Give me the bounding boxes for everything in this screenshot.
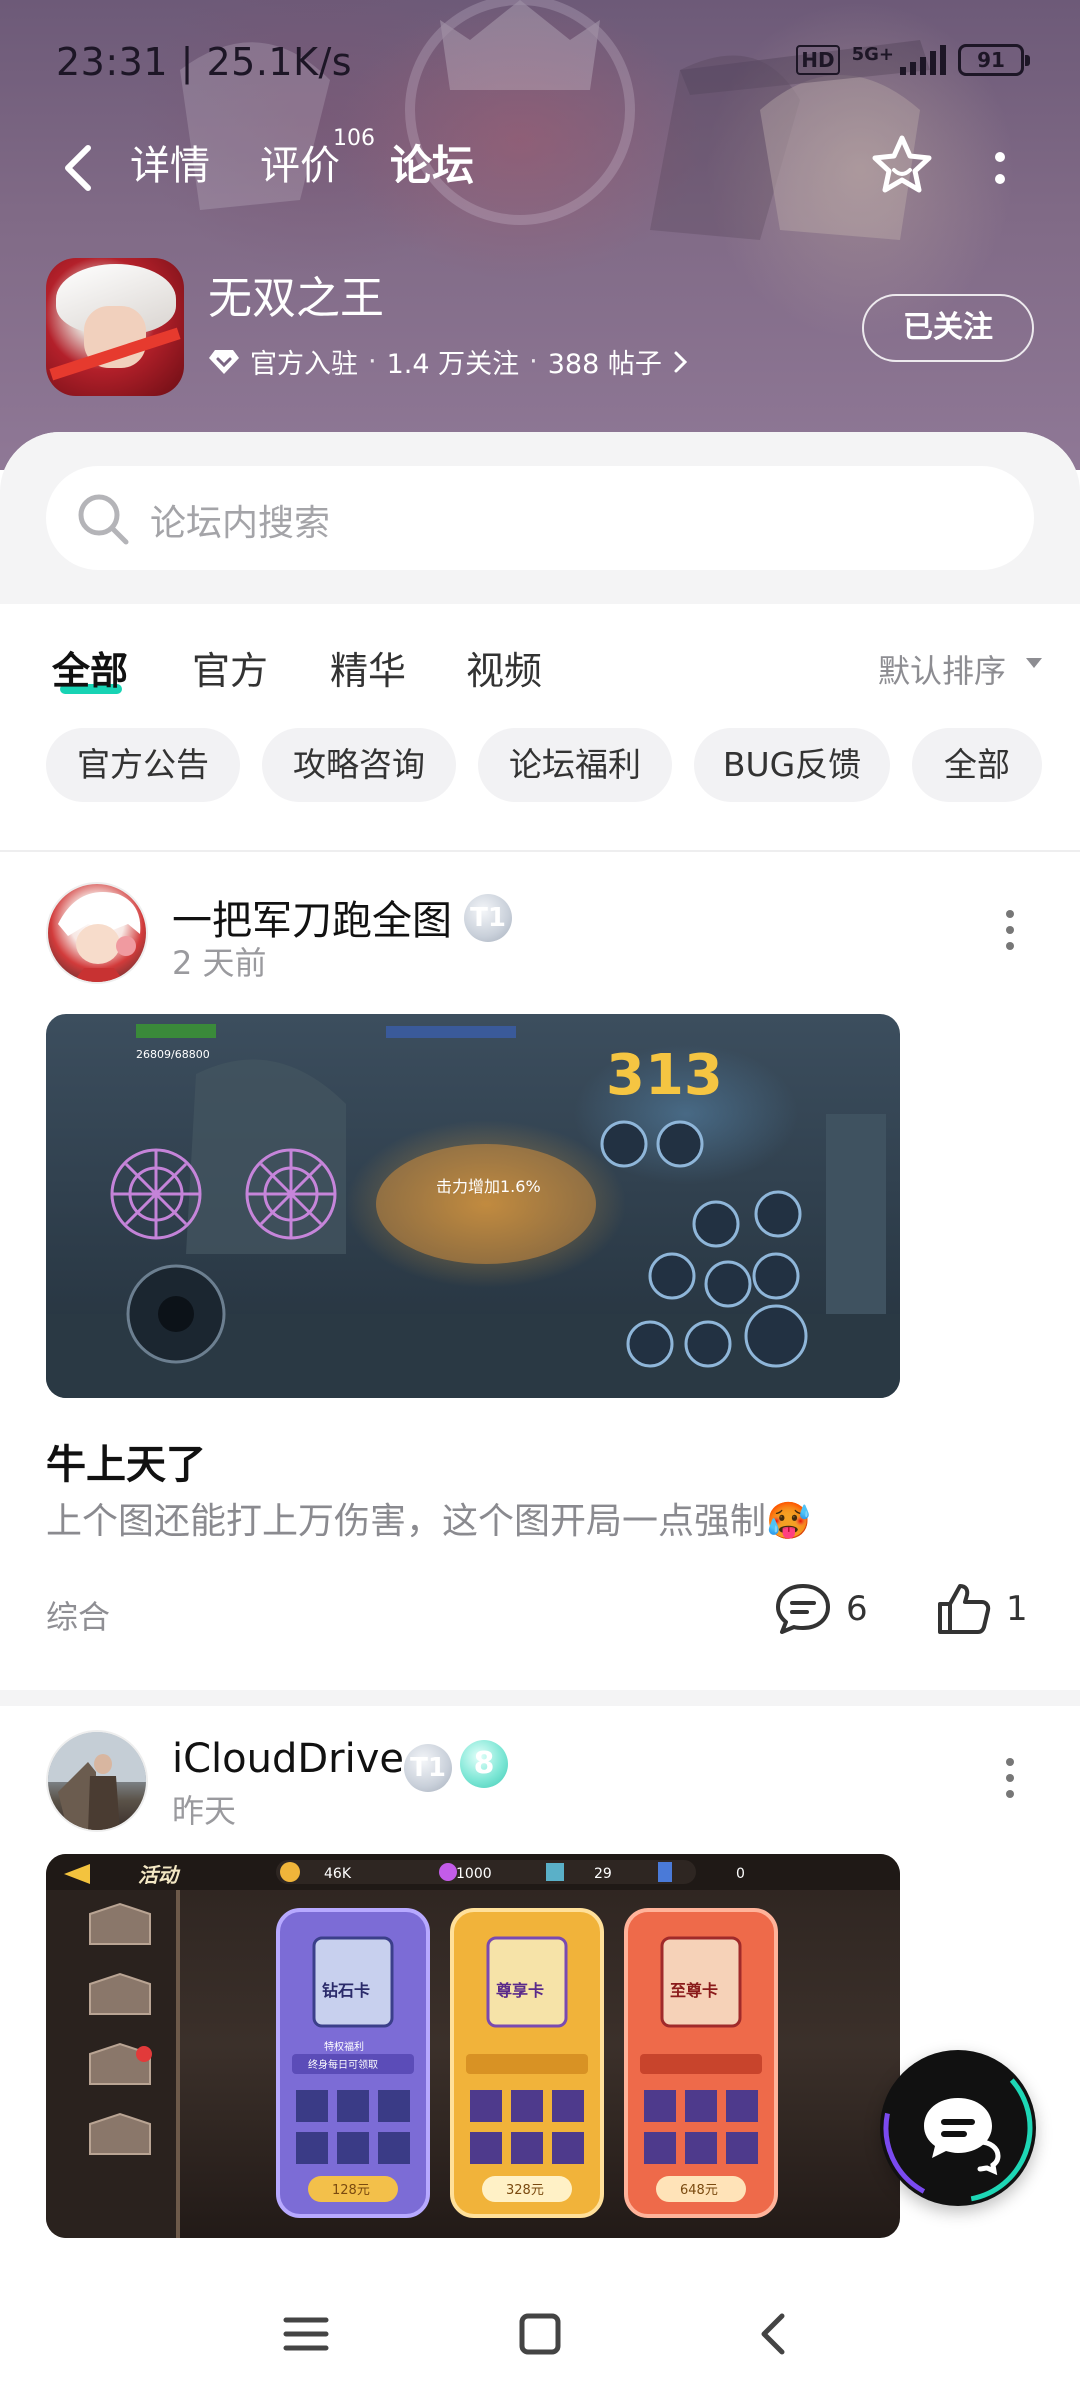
game-meta[interactable]: 官方入驻 · 1.4 万关注 · 388 帖子 [208, 342, 690, 381]
post-image-battle[interactable]: 313 击力增加1.6% 26809/68800 [46, 1014, 900, 1398]
followers-count: 1.4 万关注 [386, 349, 520, 380]
card-perk-detail: 终身每日可领取 [308, 2058, 378, 2071]
status-bar: 23:31 | 25.1K/s HD 5G+ 91 [0, 0, 1080, 120]
like-count: 1 [1006, 1589, 1028, 1629]
top-nav: 详情 评价 106 论坛 [0, 120, 1080, 216]
home-icon[interactable] [510, 2304, 570, 2364]
chip-announcement[interactable]: 官方公告 [46, 728, 240, 802]
tier-badge-icon: T1 [404, 1744, 452, 1792]
filter-tab-all[interactable]: 全部 [52, 640, 128, 695]
official-label: 官方入驻 [250, 349, 358, 380]
section-divider [0, 850, 1080, 852]
filter-tab-official[interactable]: 官方 [192, 640, 268, 695]
post-body[interactable]: 上个图还能打上万伤害，这个图开局一点强制🥵 [46, 1492, 811, 1544]
tab-forum[interactable]: 论坛 [390, 136, 474, 196]
game-app-icon[interactable] [46, 258, 184, 396]
event-header: 活动 [138, 1863, 181, 1887]
tab-reviews[interactable]: 评价 [260, 136, 340, 196]
sort-dropdown[interactable]: 默认排序 [878, 646, 1006, 692]
back-icon[interactable] [744, 2304, 804, 2364]
chip-welfare[interactable]: 论坛福利 [478, 728, 672, 802]
game-title: 无双之王 [208, 273, 384, 324]
item-count: 29 [594, 1866, 612, 1882]
chat-fab[interactable] [880, 2050, 1036, 2206]
card-premium-name: 尊享卡 [496, 1981, 544, 2000]
comment-count: 6 [846, 1589, 868, 1629]
meta-separator: · [529, 346, 538, 377]
gem-count: 1000 [456, 1866, 492, 1882]
card-diamond-price: 128元 [332, 2183, 370, 2198]
card-supreme-name: 至尊卡 [670, 1981, 718, 2000]
avatar[interactable] [46, 882, 148, 984]
tab-details[interactable]: 详情 [130, 136, 210, 196]
buff-text: 击力增加1.6% [436, 1177, 541, 1196]
battery-icon: 91 [958, 44, 1030, 76]
author-name[interactable]: iCloudDrive [172, 1736, 404, 1782]
card-premium-price: 328元 [506, 2183, 544, 2198]
ticket-count: 0 [736, 1866, 745, 1882]
game-info: 无双之王 官方入驻 · 1.4 万关注 · 388 帖子 已关注 [46, 258, 1046, 398]
chevron-right-icon [674, 351, 687, 372]
system-nav-bar [0, 2268, 1080, 2400]
chip-guides[interactable]: 攻略咨询 [262, 728, 456, 802]
tier-badge-icon: T1 [464, 894, 512, 942]
comment-icon [776, 1584, 830, 1634]
post-more-icon[interactable] [1000, 1748, 1020, 1808]
search-placeholder: 论坛内搜索 [150, 503, 331, 544]
signal-strength-icon [900, 45, 946, 75]
filter-tab-featured[interactable]: 精华 [330, 640, 406, 695]
post-title[interactable]: 牛上天了 [46, 1432, 206, 1490]
reviews-count: 106 [333, 126, 375, 151]
sort-caret-icon [1026, 658, 1042, 668]
menu-icon[interactable] [276, 2304, 336, 2364]
chip-bug-report[interactable]: BUG反馈 [694, 728, 890, 802]
category-chips: 官方公告 攻略咨询 论坛福利 BUG反馈 全部 [46, 728, 1080, 804]
search-area: 论坛内搜索 [0, 432, 1080, 604]
filter-tab-video[interactable]: 视频 [466, 640, 542, 695]
forum-search-input[interactable]: 论坛内搜索 [46, 466, 1034, 570]
post-time: 昨天 [172, 1792, 237, 1830]
following-button[interactable]: 已关注 [862, 294, 1034, 362]
hp-text: 26809/68800 [136, 1048, 210, 1061]
more-options-icon[interactable] [980, 140, 1020, 196]
chip-all[interactable]: 全部 [912, 728, 1042, 802]
status-indicators: HD 5G+ 91 [796, 44, 1030, 76]
post-separator [0, 1690, 1080, 1706]
filter-tabs: 全部 官方 精华 视频 默认排序 [0, 632, 1080, 702]
meta-separator: · [368, 346, 377, 377]
posts-count: 388 帖子 [547, 349, 662, 380]
like-button[interactable]: 1 [936, 1582, 1028, 1636]
status-time: 23:31 | 25.1K/s [56, 40, 353, 84]
card-supreme-price: 648元 [680, 2183, 718, 2198]
level-badge-icon: 8 [460, 1740, 508, 1788]
chat-bubble-icon [883, 2053, 1033, 2203]
damage-number: 313 [606, 1043, 723, 1108]
official-diamond-icon [209, 349, 239, 374]
card-diamond-name: 钻石卡 [322, 1981, 370, 2000]
favorite-star-icon[interactable] [866, 130, 938, 202]
gold-count: 46K [324, 1866, 352, 1882]
back-arrow-icon[interactable] [50, 138, 110, 198]
post-image-event[interactable]: 活动 46K 1000 29 0 钻石卡 特权福利 终身每日可领取 128元 尊… [46, 1854, 900, 2238]
search-icon [78, 494, 129, 545]
network-type: 5G+ [851, 44, 894, 65]
post-category-tag[interactable]: 综合 [46, 1592, 110, 1638]
card-perk-label: 特权福利 [324, 2040, 364, 2053]
post-more-icon[interactable] [1000, 900, 1020, 960]
post-time: 2 天前 [172, 944, 267, 982]
hd-icon: HD [796, 45, 840, 75]
comment-button[interactable]: 6 [774, 1582, 868, 1636]
avatar[interactable] [46, 1730, 148, 1832]
thumbs-up-icon [938, 1584, 991, 1634]
